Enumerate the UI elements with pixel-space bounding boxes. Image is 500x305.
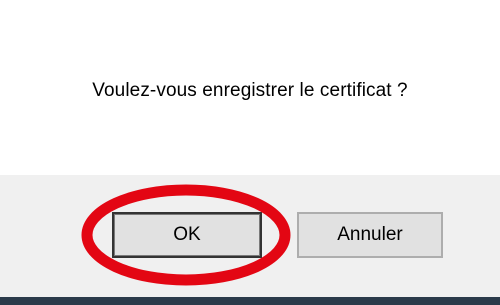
cancel-button[interactable]: Annuler — [297, 212, 443, 258]
ok-button[interactable]: OK — [112, 212, 262, 258]
certificate-dialog: Voulez-vous enregistrer le certificat ? … — [0, 0, 500, 305]
message-area: Voulez-vous enregistrer le certificat ? — [0, 0, 500, 175]
dialog-message: Voulez-vous enregistrer le certificat ? — [92, 80, 408, 101]
window-bottom-edge — [0, 297, 500, 305]
